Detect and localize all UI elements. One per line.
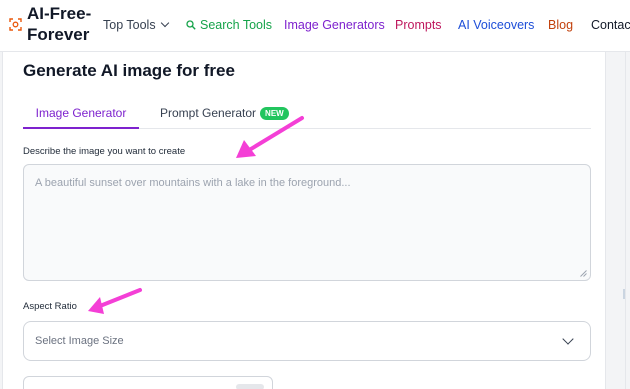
describe-image-textarea[interactable]: A beautiful sunset over mountains with a…: [23, 164, 591, 281]
tab-image-generator-label: Image Generator: [35, 106, 127, 120]
tab-image-generator[interactable]: Image Generator: [23, 106, 139, 120]
nav-blog-label: Blog: [548, 18, 574, 32]
describe-label: Describe the image you want to create: [23, 146, 186, 157]
nav-contact[interactable]: Contact: [591, 18, 630, 32]
top-nav: AI-Free- Forever Top Tools Search Tools …: [0, 0, 630, 52]
brand-name[interactable]: AI-Free- Forever: [27, 3, 91, 45]
new-badge: NEW: [260, 107, 289, 120]
nav-ai-voiceovers-label: AI Voiceovers: [458, 18, 535, 32]
chevron-down-icon: [562, 333, 574, 345]
nav-image-generators-label: Image Generators: [284, 18, 385, 32]
nav-image-generators[interactable]: Image Generators: [284, 18, 385, 32]
divider: [625, 52, 626, 389]
search-icon: [186, 20, 196, 30]
describe-placeholder: A beautiful sunset over mountains with a…: [35, 177, 351, 189]
panel-marker: [623, 289, 625, 299]
brand-line-1: AI-Free-: [27, 4, 92, 23]
nav-prompts[interactable]: Prompts: [395, 18, 442, 32]
aspect-ratio-label: Aspect Ratio: [23, 301, 77, 312]
generator-card: Generate AI image for free Image Generat…: [2, 52, 606, 389]
active-tab-indicator: [23, 127, 139, 129]
control-knob: [236, 384, 264, 389]
tab-prompt-generator-label: Prompt Generator: [160, 106, 257, 120]
chevron-down-icon: [160, 18, 169, 28]
nav-top-tools-label: Top Tools: [103, 18, 156, 32]
resize-handle-icon[interactable]: [580, 270, 587, 277]
right-panel-edge: [609, 52, 630, 389]
nav-search-tools-label: Search Tools: [200, 18, 273, 32]
brand-line-2: Forever: [27, 25, 90, 44]
aspect-ratio-placeholder: Select Image Size: [35, 335, 124, 347]
page-title: Generate AI image for free: [23, 61, 235, 80]
logo-icon: [9, 18, 22, 31]
nav-search-tools[interactable]: Search Tools: [186, 18, 272, 32]
nav-ai-voiceovers[interactable]: AI Voiceovers: [458, 18, 534, 32]
partial-control[interactable]: [23, 376, 273, 389]
page: AI-Free- Forever Top Tools Search Tools …: [0, 0, 630, 389]
nav-blog[interactable]: Blog: [548, 18, 573, 32]
nav-top-tools[interactable]: Top Tools: [103, 18, 169, 32]
nav-contact-label: Contact: [591, 18, 630, 32]
tab-prompt-generator[interactable]: Prompt Generator NEW: [160, 106, 289, 121]
nav-prompts-label: Prompts: [395, 18, 442, 32]
aspect-ratio-select[interactable]: Select Image Size: [23, 321, 591, 361]
